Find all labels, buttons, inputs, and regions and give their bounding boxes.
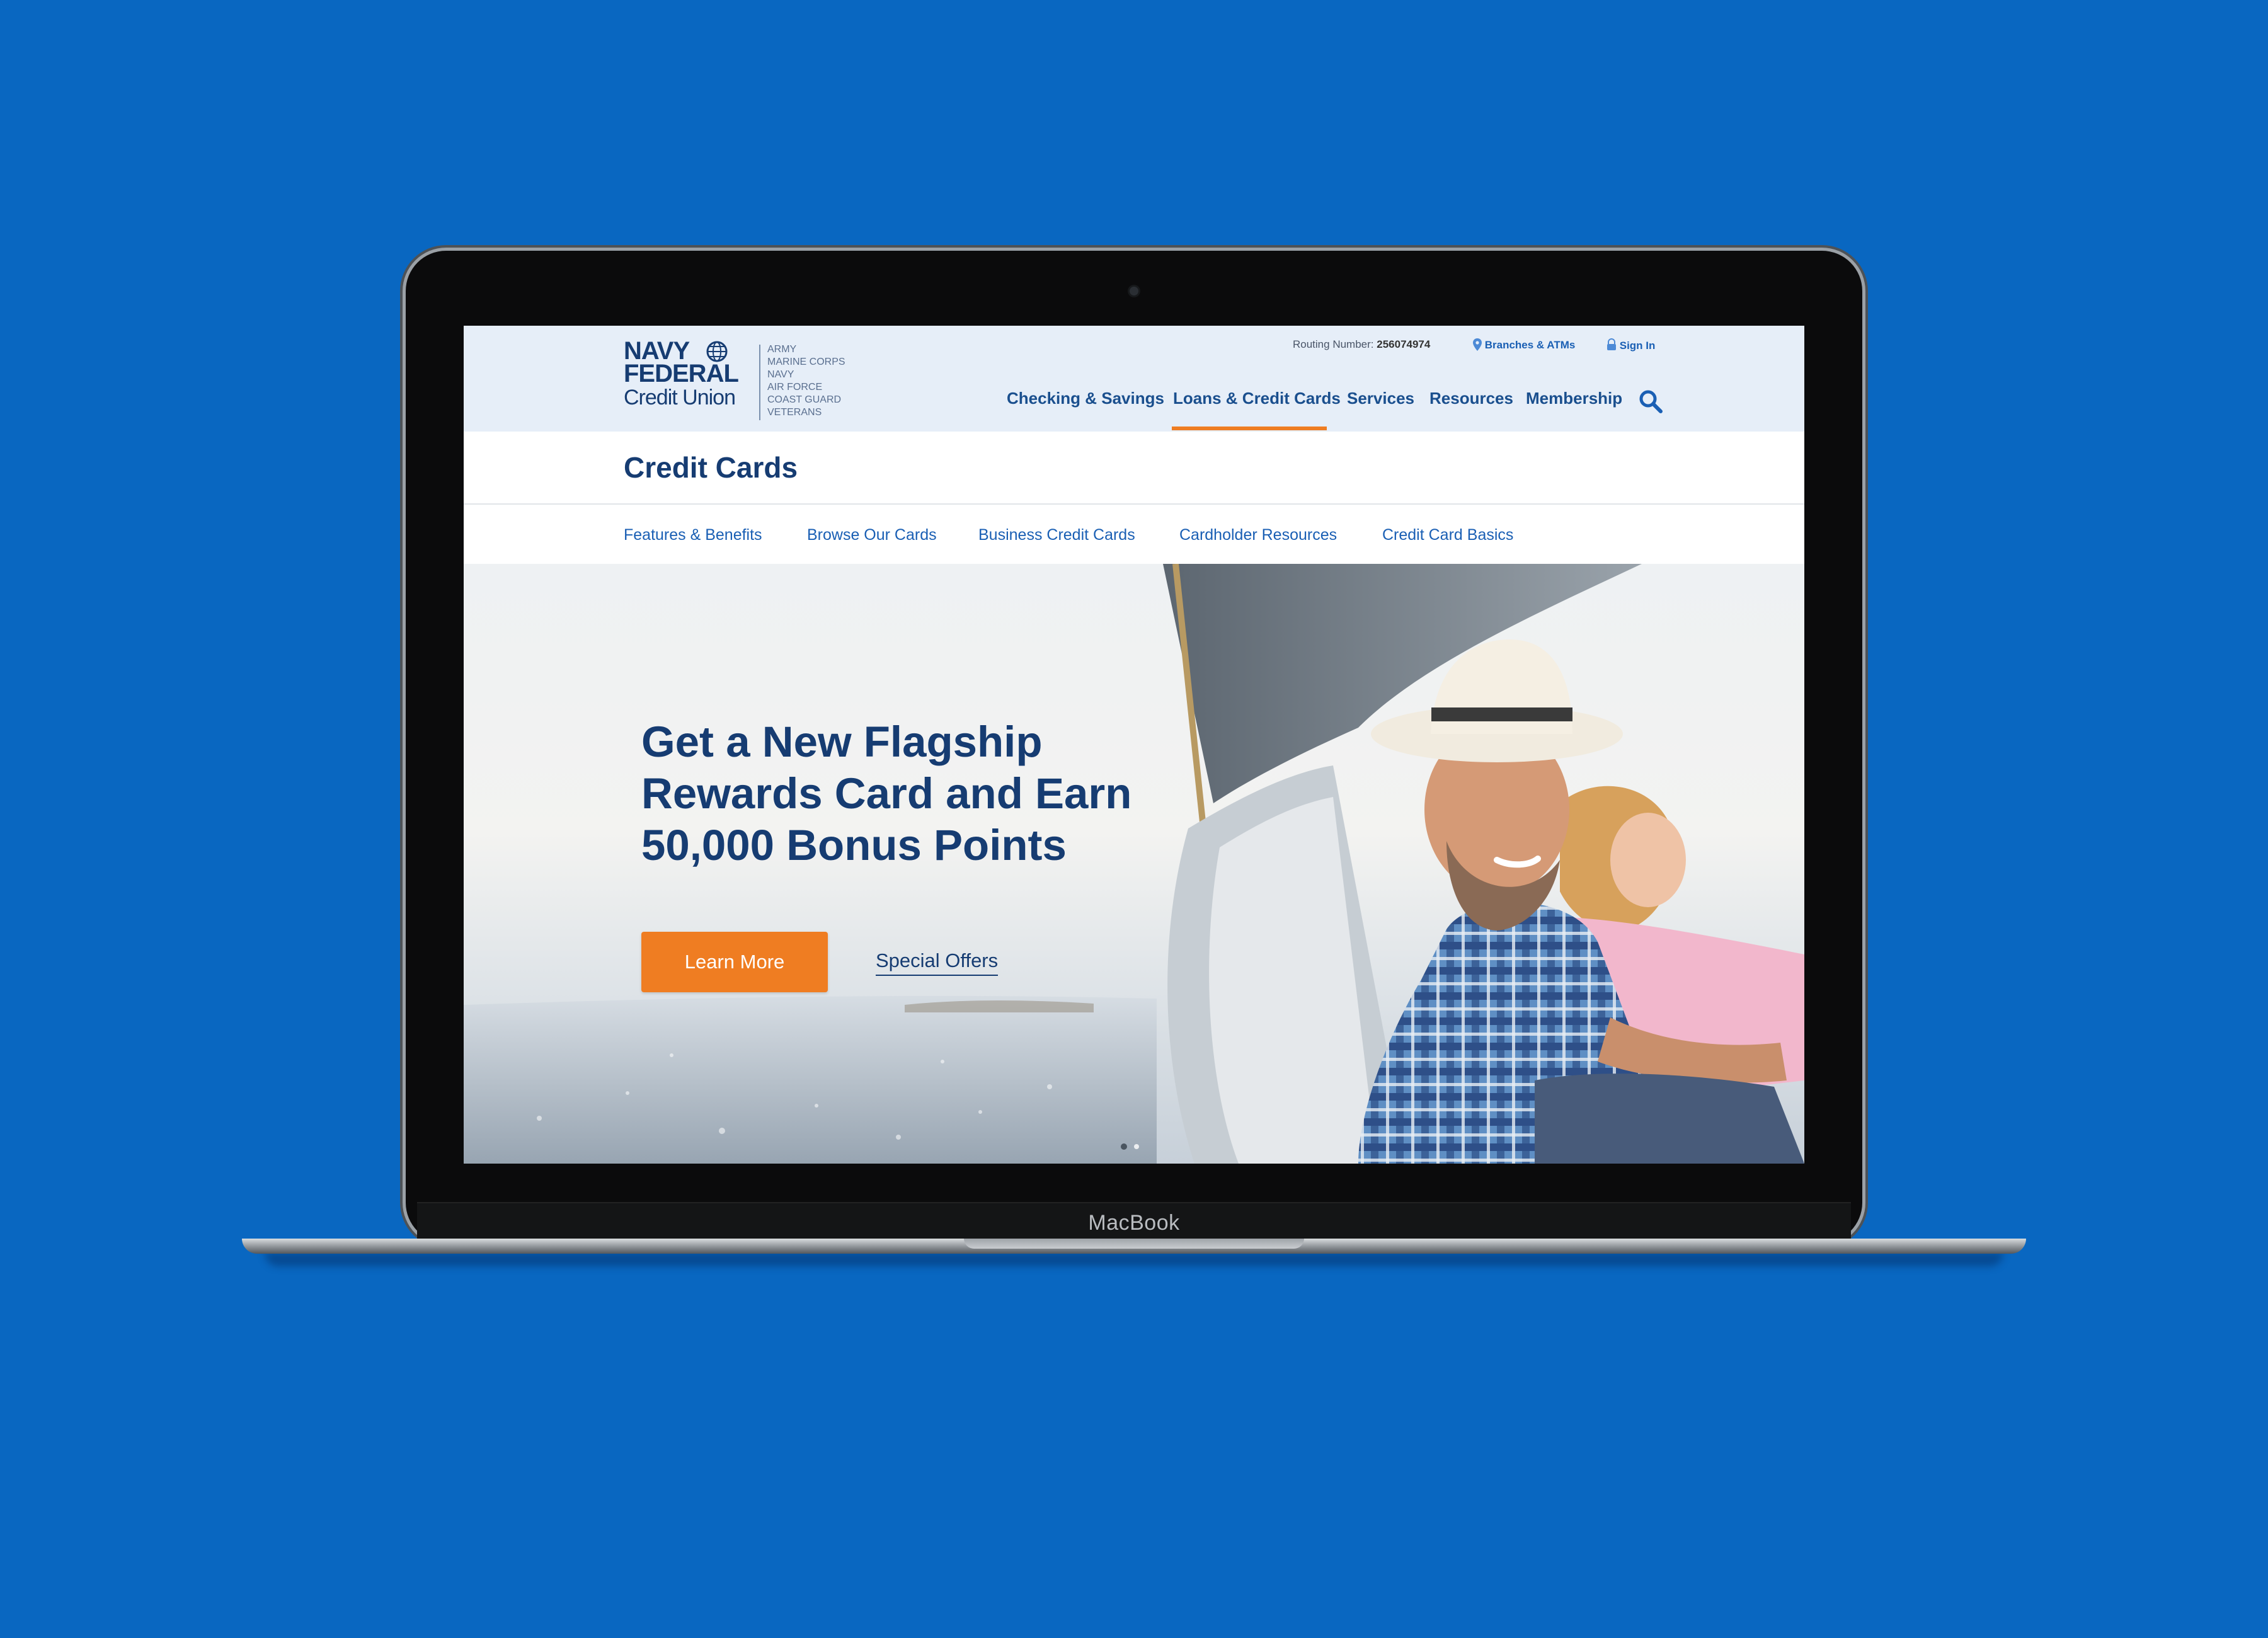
page-title: Credit Cards bbox=[624, 451, 798, 484]
routing-number: Routing Number: 256074974 bbox=[1293, 338, 1430, 351]
nav-services[interactable]: Services bbox=[1347, 389, 1414, 408]
site-logo[interactable]: NAVY FEDERAL Credit Union ARMY MARINE CO… bbox=[624, 338, 876, 427]
subnav-business-credit-cards[interactable]: Business Credit Cards bbox=[978, 526, 1135, 544]
routing-value: 256074974 bbox=[1377, 338, 1431, 350]
device-label: MacBook bbox=[1088, 1211, 1180, 1235]
hero-title-line-1: Get a New Flagship bbox=[641, 718, 1043, 766]
active-nav-indicator bbox=[1172, 427, 1327, 430]
laptop-shadow bbox=[265, 1252, 2003, 1266]
learn-more-button[interactable]: Learn More bbox=[641, 932, 828, 992]
nav-membership[interactable]: Membership bbox=[1526, 389, 1622, 408]
branches-atms-label: Branches & ATMs bbox=[1484, 339, 1576, 351]
laptop-notch bbox=[964, 1239, 1304, 1249]
branch-army: ARMY bbox=[767, 344, 797, 355]
branch-navy: NAVY bbox=[767, 369, 794, 380]
subnav-cardholder-resources[interactable]: Cardholder Resources bbox=[1179, 526, 1337, 544]
subnav-features-benefits[interactable]: Features & Benefits bbox=[624, 526, 762, 544]
subnav-credit-card-basics[interactable]: Credit Card Basics bbox=[1382, 526, 1513, 544]
search-icon[interactable] bbox=[1638, 389, 1663, 414]
hero-title: Get a New Flagship Rewards Card and Earn… bbox=[641, 716, 1208, 871]
branch-marine-corps: MARINE CORPS bbox=[767, 357, 845, 367]
branch-coast-guard: COAST GUARD bbox=[767, 394, 842, 405]
webcam bbox=[1130, 287, 1138, 295]
routing-label: Routing Number: bbox=[1293, 338, 1374, 350]
branch-veterans: VETERANS bbox=[767, 407, 822, 418]
nav-checking-savings[interactable]: Checking & Savings bbox=[1007, 389, 1164, 408]
lock-icon bbox=[1607, 338, 1616, 350]
special-offers-link[interactable]: Special Offers bbox=[876, 949, 999, 976]
hero-title-line-3: 50,000 Bonus Points bbox=[641, 821, 1067, 869]
branches-atms-link[interactable]: Branches & ATMs bbox=[1473, 338, 1575, 352]
browser-viewport: NAVY FEDERAL Credit Union ARMY MARINE CO… bbox=[464, 326, 1804, 1164]
logo-credit-union-text: Credit Union bbox=[624, 386, 736, 410]
service-branches: ARMY MARINE CORPS NAVY AIR FORCE COAST G… bbox=[767, 343, 845, 419]
sign-in-link[interactable]: Sign In bbox=[1606, 338, 1655, 352]
location-pin-icon bbox=[1473, 338, 1482, 351]
logo-federal-text: FEDERAL bbox=[624, 360, 739, 387]
hero-banner: Get a New Flagship Rewards Card and Earn… bbox=[464, 564, 1804, 1164]
hero-title-line-2: Rewards Card and Earn bbox=[641, 769, 1132, 818]
subnav-browse-our-cards[interactable]: Browse Our Cards bbox=[807, 526, 937, 544]
logo-divider bbox=[759, 345, 760, 420]
sign-in-label: Sign In bbox=[1619, 340, 1656, 352]
branch-air-force: AIR FORCE bbox=[767, 382, 823, 392]
nav-resources[interactable]: Resources bbox=[1429, 389, 1513, 408]
nav-loans-credit-cards[interactable]: Loans & Credit Cards bbox=[1173, 389, 1341, 408]
